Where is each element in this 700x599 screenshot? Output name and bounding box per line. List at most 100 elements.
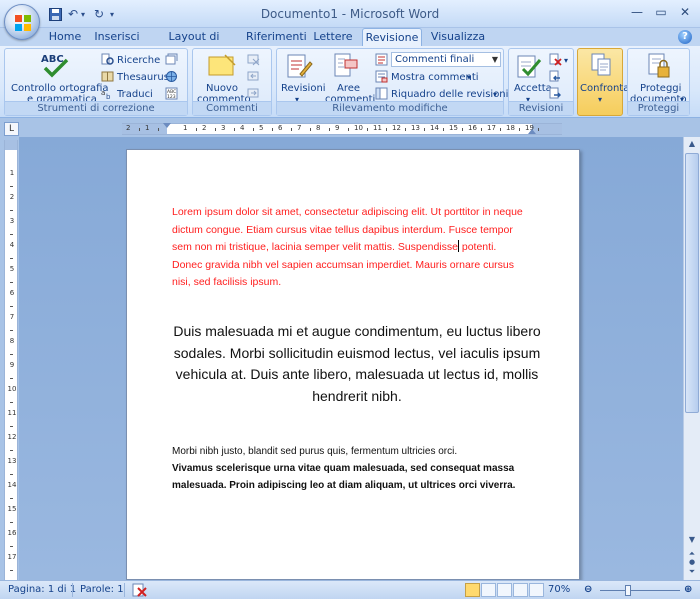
word-count-icon[interactable]: ABC123 [165,87,178,100]
ruler-number: 5 [259,124,264,132]
paragraph-centered[interactable]: Duis malesuada mi et augue condimentum, … [167,321,547,407]
ruler-number: 7 [9,313,15,321]
group-label-changes: Revisioni [509,101,573,115]
text-cursor [457,240,459,252]
paragraph-tracked[interactable]: Lorem ipsum dolor sit amet, consectetur … [172,204,527,292]
ruler-number: 4 [240,124,245,132]
ruler-number: 11 [7,409,17,417]
translate-button[interactable]: Traduci [117,89,153,100]
draft-view-button[interactable] [529,583,544,597]
tab-selector[interactable]: L [4,122,19,136]
reject-dropdown-icon[interactable]: ▾ [564,55,568,66]
track-changes-button[interactable]: Revisioni [281,83,326,94]
previous-change-icon[interactable] [549,70,562,83]
tab-visualizza[interactable]: Visualizza [428,28,488,46]
thesaurus-button[interactable]: Thesaurus [117,72,169,83]
compare-dropdown-icon[interactable]: ▾ [598,94,602,105]
ruler-number: 15 [449,124,458,132]
language-icon[interactable] [165,70,178,83]
tab-inserisci[interactable]: Inserisci [92,28,142,46]
zoom-level[interactable]: 70% [548,584,570,595]
tab-riferimenti[interactable]: Riferimenti [246,28,307,46]
status-bar: Pagina: 1 di 1 Parole: 1 70% ⊖ ⊕ [0,580,700,599]
protect-document-button[interactable]: Proteggi [640,83,681,94]
new-comment-button[interactable]: Nuovo [206,83,238,94]
close-icon[interactable]: ✕ [674,3,696,21]
horizontal-ruler[interactable]: 2 1 1 2 3 4 5 6 7 8 9 10 11 12 13 14 15 16 17 18 19 [122,123,562,135]
ruler-tick [138,128,140,131]
group-label-proofing: Strumenti di correzione [5,101,187,115]
thesaurus-icon [101,71,114,82]
reject-change-icon[interactable] [549,53,562,66]
scroll-up-icon[interactable]: ▲ [685,137,699,151]
ruler-tick [10,522,13,523]
help-icon[interactable]: ? [678,30,692,44]
reviewing-pane-button[interactable]: Riquadro delle revisioni [391,89,508,100]
paragraph-mixed[interactable]: Morbi nibh justo, blandit sed purus quis… [172,443,542,494]
balloons-button[interactable]: Aree [337,83,360,94]
translation-tooltip-icon[interactable] [165,53,178,66]
reviewing-pane-dropdown-icon[interactable]: ▾ [493,89,497,100]
ruler-number: 14 [7,481,17,489]
zoom-slider[interactable] [600,590,680,591]
outline-view-button[interactable] [513,583,528,597]
indent-marker-icon[interactable] [163,123,171,128]
ruler-tick [385,128,387,131]
next-comment-icon[interactable] [247,87,260,100]
web-layout-view-button[interactable] [497,583,512,597]
accept-button[interactable]: Accetta [514,83,552,94]
chevron-down-icon: ▼ [491,55,498,64]
tab-layout-di-pagina[interactable]: Layout di pagina [150,28,238,60]
document-page[interactable]: Lorem ipsum dolor sit amet, consectetur … [126,149,580,580]
ruler-number: 14 [430,124,439,132]
word-count[interactable]: Parole: 1 [80,584,124,595]
office-logo-icon [15,15,31,31]
previous-comment-icon[interactable] [247,70,260,83]
ruler-tick [10,570,13,571]
zoom-out-icon[interactable]: ⊖ [584,584,592,595]
research-button[interactable]: Ricerche [117,55,160,66]
tab-revisione[interactable]: Revisione [362,28,422,47]
maximize-icon[interactable]: ▭ [650,3,672,21]
scroll-down-icon[interactable]: ▼ [685,533,699,547]
svg-text:b: b [106,93,111,100]
next-page-icon[interactable]: ⏷ [685,565,699,579]
full-screen-reading-view-button[interactable] [481,583,496,597]
spelling-check-icon: ABC [41,54,69,78]
zoom-in-icon[interactable]: ⊕ [684,584,692,595]
svg-text:123: 123 [167,94,176,100]
right-indent-marker-icon[interactable] [528,129,536,134]
ruler-number: 15 [7,505,17,513]
vertical-scrollbar[interactable]: ▲ ▼ ⏶ ● ⏷ [683,137,700,580]
show-markup-button[interactable]: Mostra commenti [391,72,479,83]
tab-home[interactable]: Home [46,28,84,46]
group-proofing: ABC Controllo ortografia e grammatica Ri… [4,48,188,116]
ruler-number: 2 [9,193,15,201]
print-layout-view-button[interactable] [465,583,480,597]
vertical-ruler[interactable]: 1 2 3 4 5 6 7 8 9 10 11 12 13 14 15 16 17 [4,140,18,580]
minimize-icon[interactable]: — [626,3,648,21]
office-button[interactable] [4,4,40,40]
ruler-tick [423,128,425,131]
display-for-review-select[interactable]: Commenti finali ▼ [391,52,501,67]
proofing-status-icon[interactable] [132,583,148,598]
group-protect: Proteggi documento ▾ Proteggi [627,48,690,116]
delete-comment-icon[interactable] [247,53,260,66]
ruler-tick [404,128,406,131]
ruler-tick [10,402,13,403]
balloons-icon [334,53,358,77]
show-markup-dropdown-icon[interactable]: ▾ [467,72,471,83]
next-change-icon[interactable] [549,87,562,100]
compare-button[interactable]: Confronta [580,83,629,94]
ruler-number: 5 [9,265,15,273]
ruler-number: 8 [9,337,15,345]
group-changes: Accetta ▾ ▾ Revisioni [508,48,574,116]
scrollbar-thumb[interactable] [685,153,699,413]
page-indicator[interactable]: Pagina: 1 di 1 [8,584,76,595]
tab-lettere[interactable]: Lettere [310,28,356,46]
ruler-right-margin [532,124,562,134]
zoom-slider-thumb[interactable] [625,585,631,596]
spelling-button[interactable]: Controllo ortografia [11,83,109,94]
compare-icon [591,53,611,76]
ruler-tick [271,128,273,131]
